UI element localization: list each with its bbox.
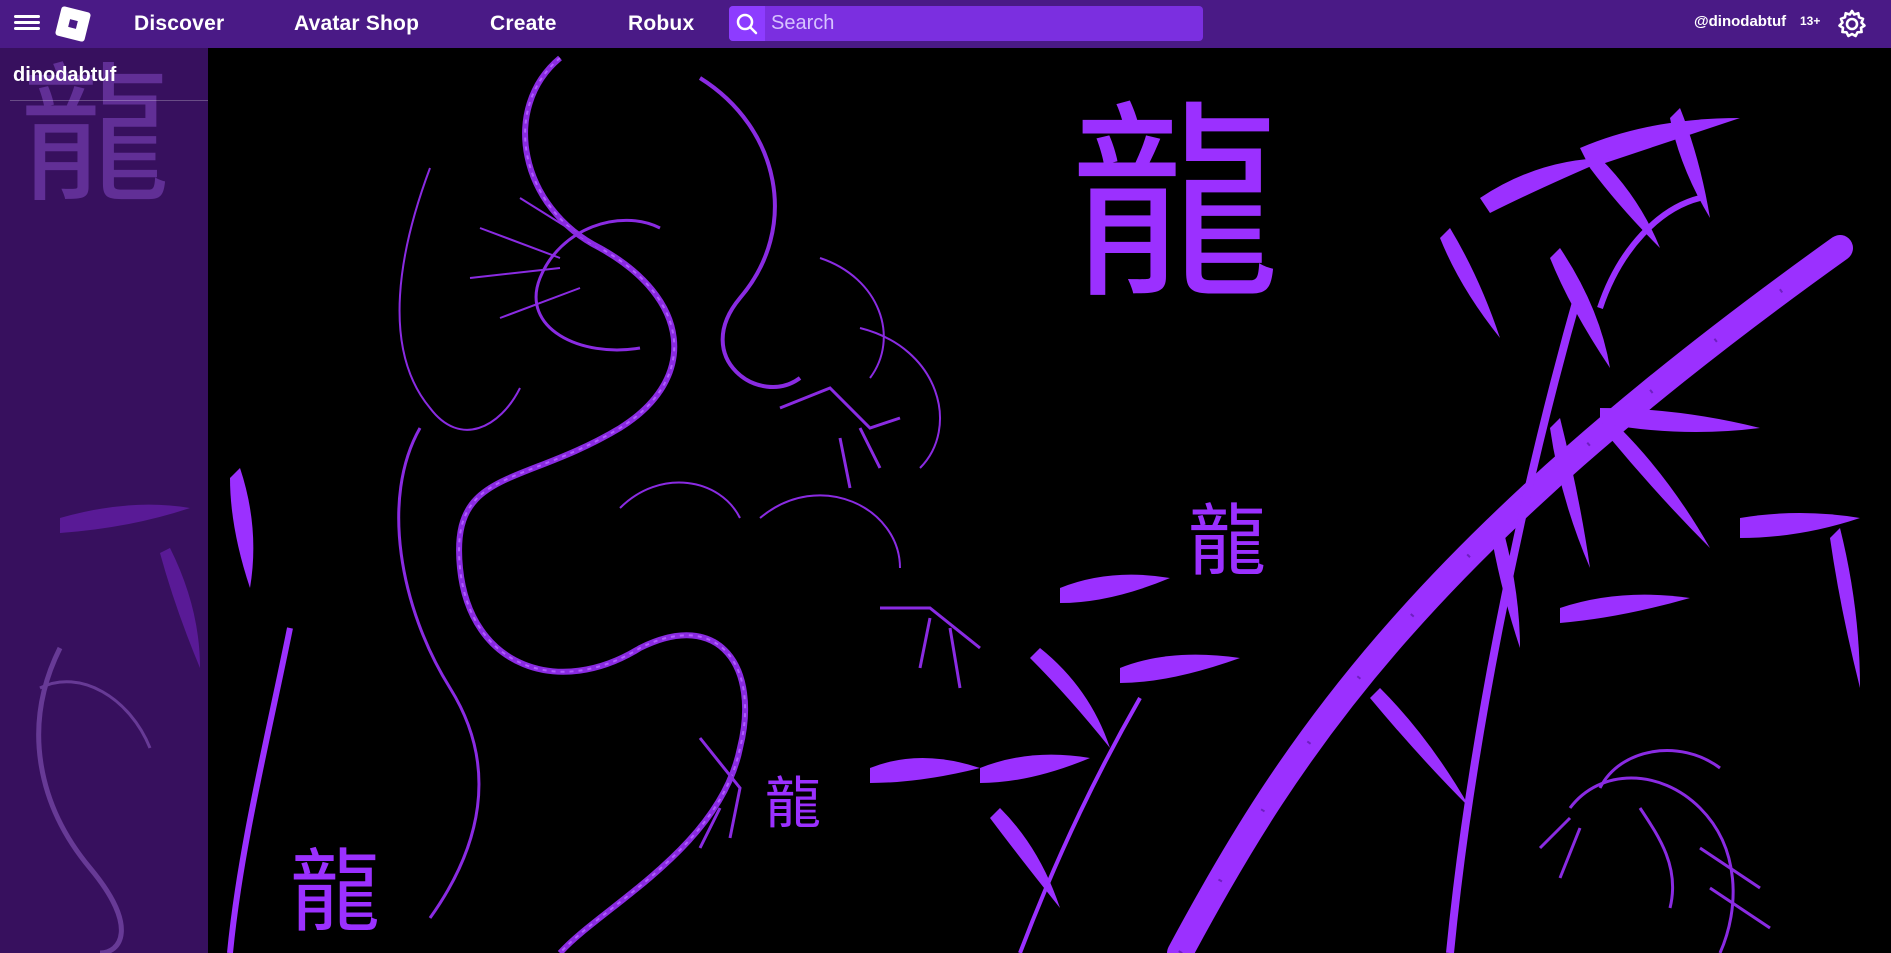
sidebar-background-art: 龍 [20, 50, 170, 953]
left-sidebar: 龍 dinodabtuf [0, 48, 208, 953]
nav-link-robux[interactable]: Robux [628, 12, 694, 36]
kanji-dragon-large: 龍 [1070, 83, 1280, 328]
nav-link-create[interactable]: Create [490, 12, 557, 36]
sidebar-divider [10, 100, 208, 101]
search-icon[interactable] [729, 6, 765, 41]
nav-link-avatar-shop[interactable]: Avatar Shop [294, 12, 419, 36]
dragon-bamboo-wallpaper: 龍 龍 龍 龍 [0, 48, 1891, 953]
search-bar[interactable] [729, 6, 1203, 41]
search-input[interactable] [765, 12, 1195, 35]
kanji-dragon-medium: 龍 [1188, 497, 1266, 587]
roblox-logo-icon[interactable] [54, 5, 92, 43]
kanji-dragon-bottom: 龍 [290, 840, 380, 945]
sidebar-username[interactable]: dinodabtuf [13, 64, 116, 87]
nav-link-discover[interactable]: Discover [134, 12, 224, 36]
account-username[interactable]: @dinodabtuf [1694, 13, 1786, 30]
top-navigation-bar: Discover Avatar Shop Create Robux @dinod… [0, 0, 1891, 48]
hamburger-menu-icon[interactable] [14, 12, 40, 36]
age-rating-badge: 13+ [1800, 14, 1821, 28]
kanji-dragon-small: 龍 [765, 772, 821, 837]
gear-icon[interactable] [1836, 8, 1868, 40]
